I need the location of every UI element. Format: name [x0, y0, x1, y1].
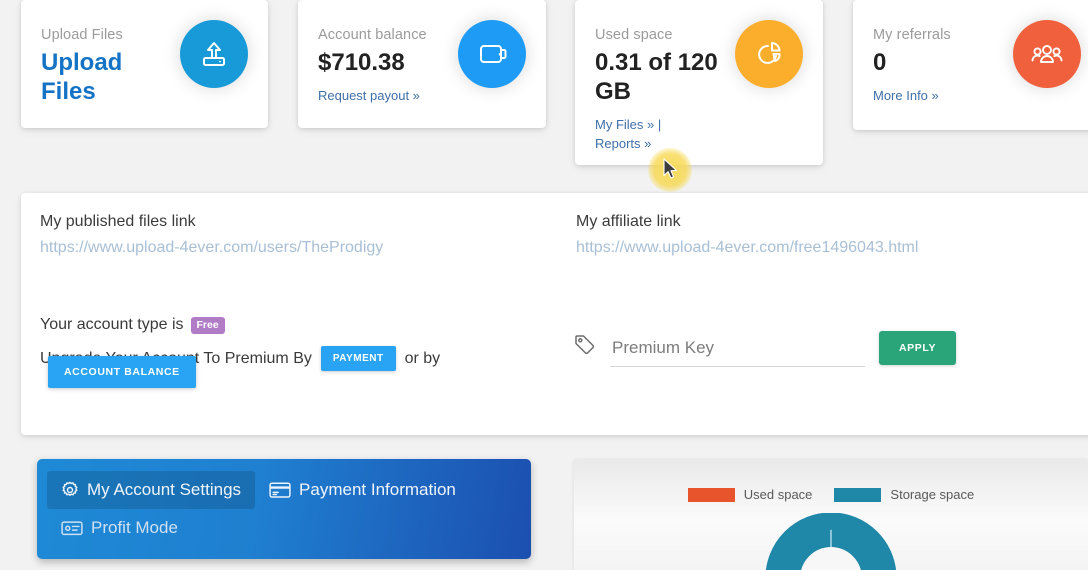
- stat-card-upload-files[interactable]: Upload Files Upload Files: [21, 0, 268, 128]
- stat-card-links: Request payout »: [318, 86, 468, 105]
- tab-label: Payment Information: [299, 480, 456, 499]
- link-separator: |: [657, 117, 662, 132]
- legend-label: Used space: [743, 487, 813, 502]
- my-files-link[interactable]: My Files »: [595, 117, 654, 132]
- stat-card-used-space[interactable]: Used space 0.31 of 120 GB My Files » | R…: [575, 0, 823, 165]
- stat-card-links: More Info »: [873, 86, 1023, 105]
- stat-card-value: 0.31 of 120 GB: [595, 49, 718, 105]
- legend-swatch-storage-space: [834, 487, 882, 502]
- published-link-column: My published files link https://www.uplo…: [40, 211, 560, 371]
- premium-key-row: APPLY: [573, 331, 957, 367]
- donut-chart[interactable]: [574, 513, 1088, 570]
- dashboard-page: Upload Files Upload Files Account balanc…: [0, 0, 1088, 570]
- upload-icon[interactable]: [180, 20, 248, 88]
- stat-card-my-referrals[interactable]: My referrals 0 More Info »: [853, 0, 1088, 130]
- tab-label: Profit Mode: [91, 518, 178, 537]
- credit-card-icon: [269, 481, 291, 499]
- stat-card-value: 0: [873, 49, 887, 76]
- tag-icon: [573, 333, 596, 361]
- affiliate-link-url[interactable]: https://www.upload-4ever.com/free1496043…: [576, 236, 1086, 260]
- account-type-badge: Free: [190, 316, 225, 334]
- legend-swatch-used-space: [687, 487, 735, 502]
- legend-item-storage-space[interactable]: Storage space: [834, 487, 974, 502]
- legend-label: Storage space: [890, 487, 975, 502]
- tab-my-account-settings[interactable]: My Account Settings: [47, 471, 256, 509]
- tab-label: My Account Settings: [87, 480, 242, 499]
- payment-button[interactable]: PAYMENT: [320, 346, 396, 371]
- apply-button[interactable]: APPLY: [879, 331, 957, 365]
- tab-payment-information[interactable]: Payment Information: [255, 471, 470, 509]
- account-type-label: Your account type is: [40, 316, 184, 333]
- stat-card-account-balance[interactable]: Account balance $710.38 Request payout »: [298, 0, 546, 128]
- more-info-link[interactable]: More Info »: [873, 88, 939, 103]
- stat-card-links: My Files » | Reports »: [595, 115, 745, 153]
- or-by-label: or by: [404, 349, 441, 367]
- request-payout-link[interactable]: Request payout »: [318, 88, 420, 103]
- affiliate-link-column: My affiliate link https://www.upload-4ev…: [576, 211, 1086, 260]
- tab-row-primary: My Account Settings Payment Information: [47, 471, 521, 509]
- tab-profit-mode[interactable]: Profit Mode: [47, 509, 192, 547]
- gear-icon: [61, 481, 79, 499]
- published-files-label: My published files link: [40, 213, 196, 230]
- stat-card-value: Upload Files: [41, 49, 123, 105]
- account-balance-button[interactable]: ACCOUNT BALANCE: [48, 356, 196, 388]
- stat-cards-row: Upload Files Upload Files Account balanc…: [0, 0, 1088, 170]
- chart-legend: Used space Storage space: [574, 459, 1088, 502]
- affiliate-link-label: My affiliate link: [576, 213, 681, 230]
- pie-chart-icon[interactable]: [735, 20, 803, 88]
- stat-card-value: $710.38: [318, 49, 405, 76]
- tab-row-secondary: Profit Mode: [47, 509, 521, 547]
- reports-link[interactable]: Reports »: [595, 136, 651, 151]
- premium-key-input[interactable]: [610, 334, 865, 367]
- wallet-icon[interactable]: [458, 20, 526, 88]
- published-files-url[interactable]: https://www.upload-4ever.com/users/ThePr…: [40, 236, 560, 260]
- settings-tab-panel: My Account Settings Payment Information: [37, 459, 531, 559]
- legend-item-used-space[interactable]: Used space: [687, 487, 813, 502]
- users-icon[interactable]: [1013, 20, 1081, 88]
- account-type-row: Your account type is Free: [40, 314, 560, 336]
- storage-chart-panel: Used space Storage space: [574, 459, 1088, 570]
- account-info-panel: My published files link https://www.uplo…: [21, 193, 1088, 435]
- card-id-icon: [61, 519, 83, 537]
